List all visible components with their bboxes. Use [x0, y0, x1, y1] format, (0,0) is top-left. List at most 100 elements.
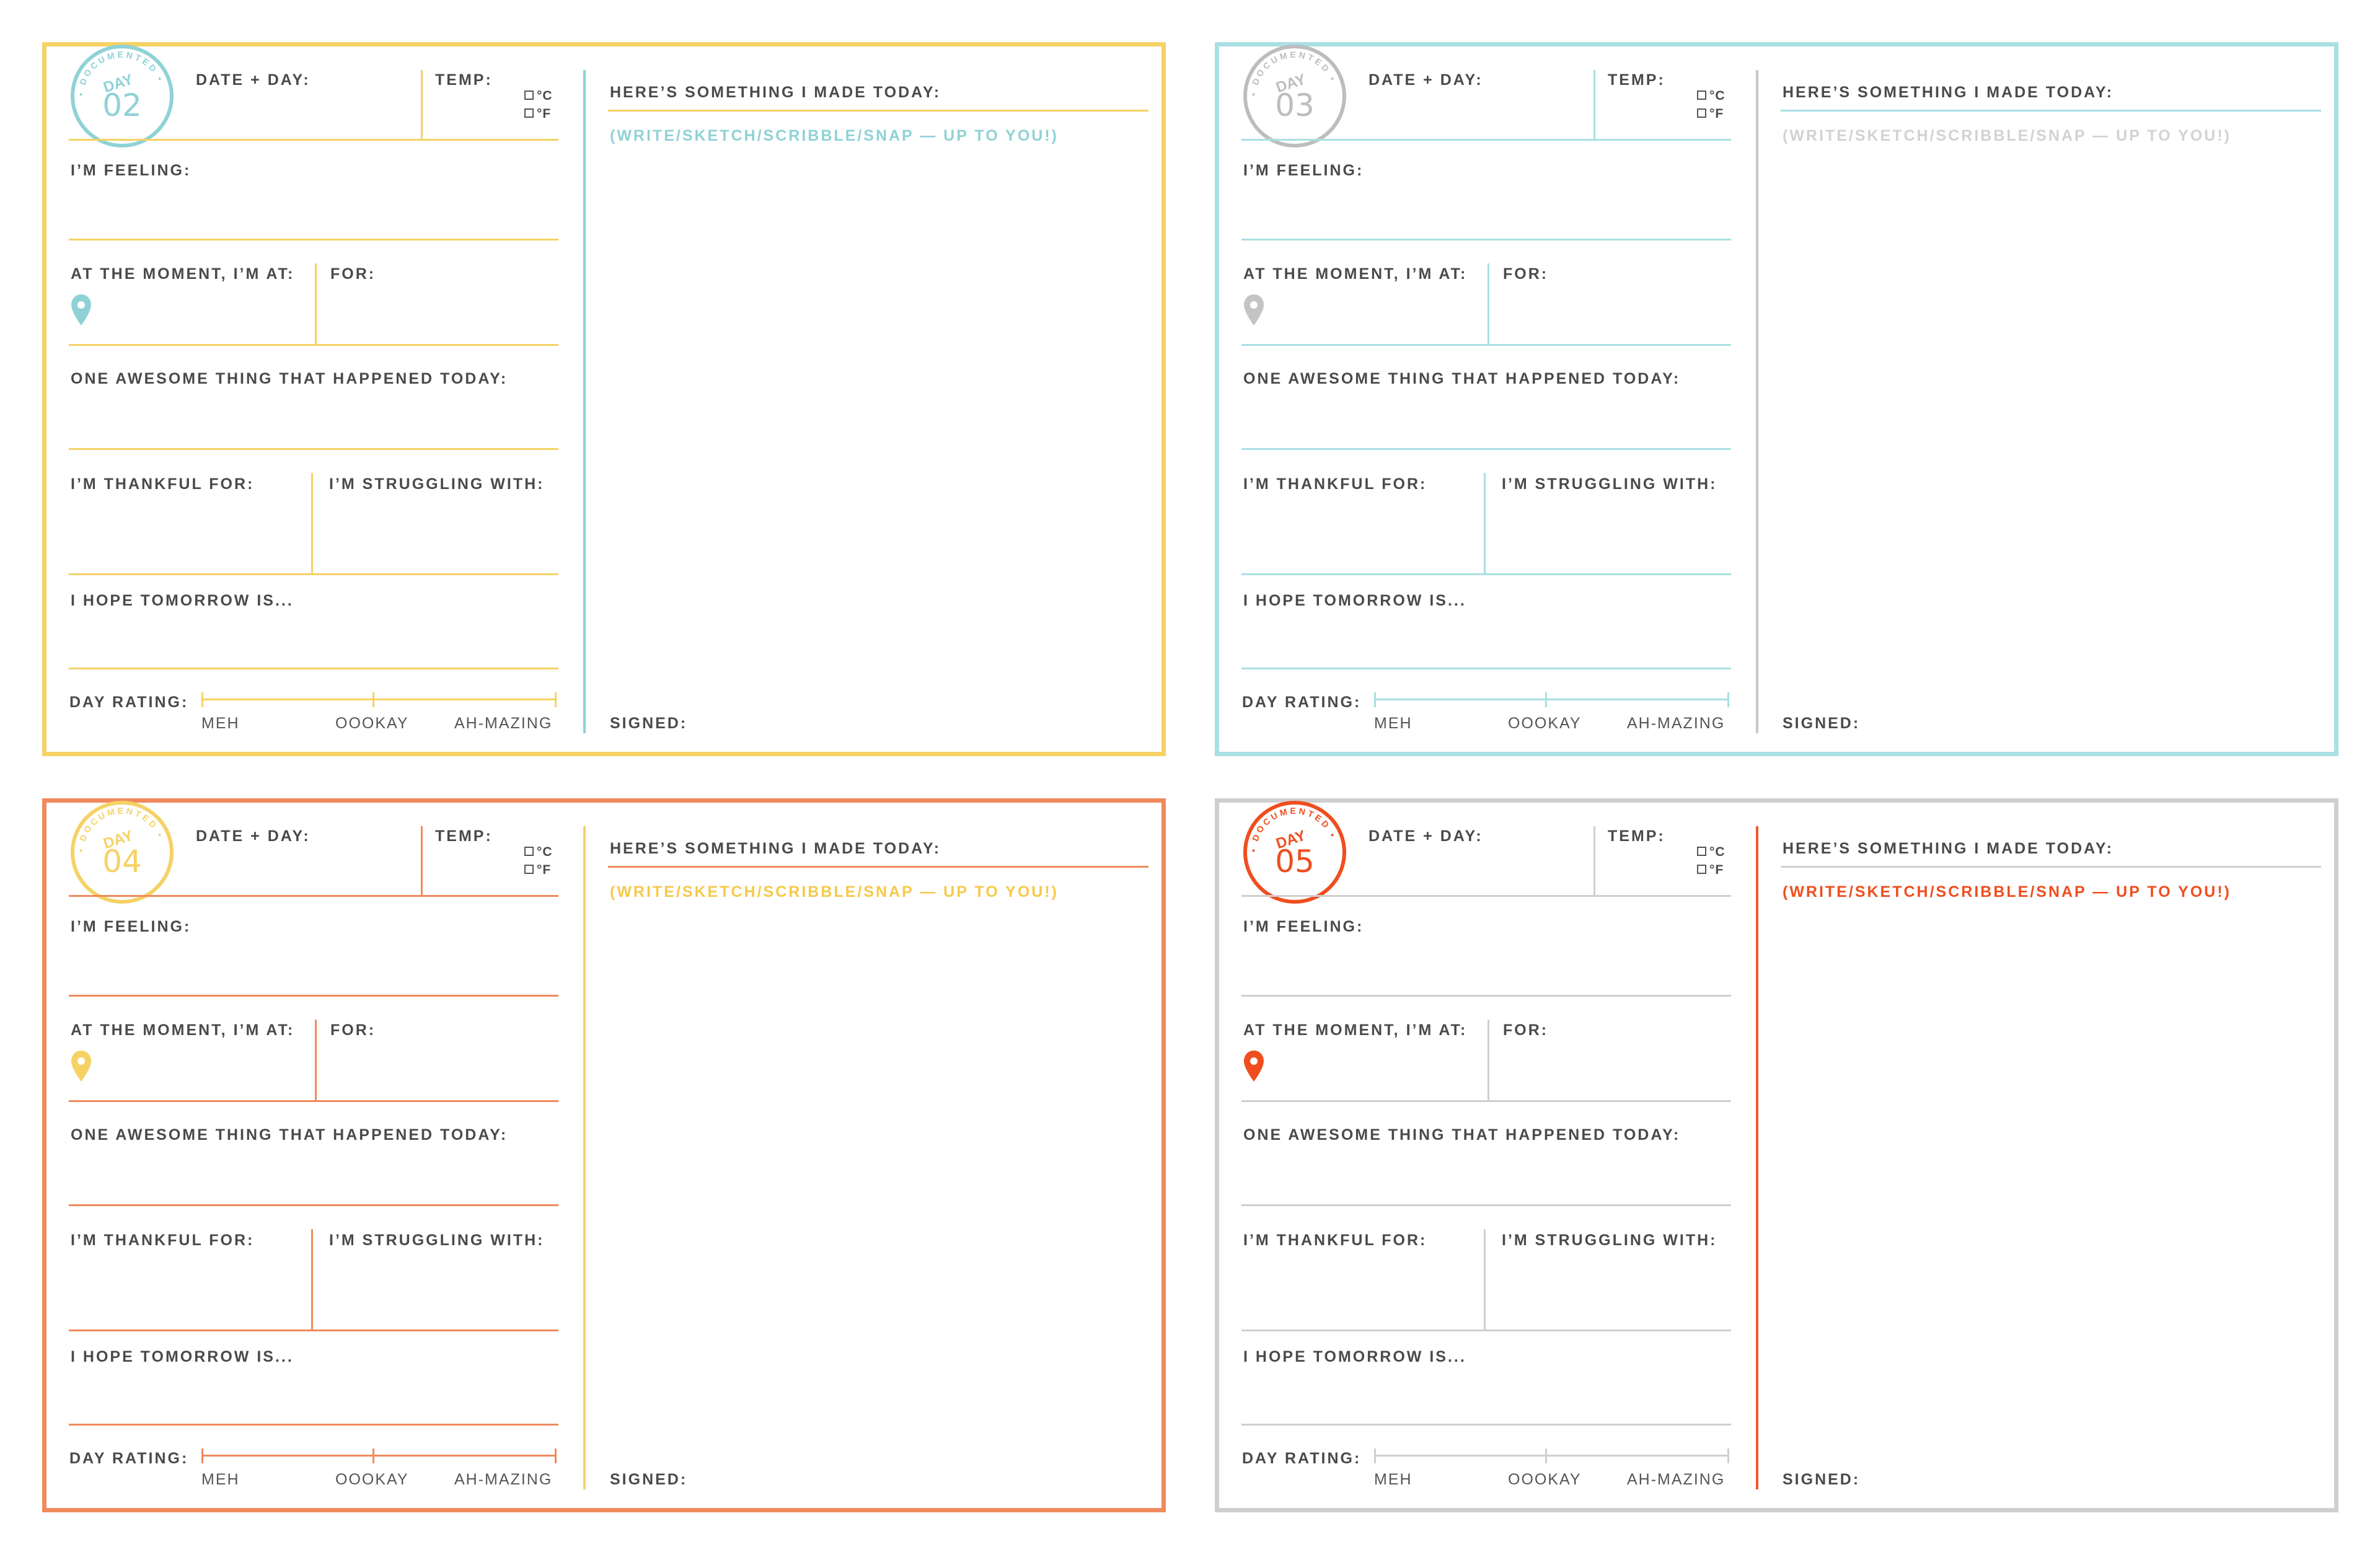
rating-tick-ahmazing[interactable] [1727, 692, 1729, 707]
celsius-checkbox[interactable] [1697, 847, 1706, 856]
thankful-rule[interactable] [69, 573, 558, 575]
rating-tick-meh[interactable] [1374, 1448, 1376, 1463]
hope-rule[interactable] [69, 1424, 558, 1426]
day-rating-label: DAY RATING: [1242, 1450, 1362, 1467]
hope-label: I HOPE TOMORROW IS... [1243, 592, 1466, 609]
fahrenheit-checkbox[interactable] [1697, 865, 1706, 874]
rating-scale-track[interactable] [1374, 1455, 1729, 1457]
hope-rule[interactable] [69, 668, 558, 669]
thankful-rule[interactable] [1241, 1329, 1731, 1331]
date-day-label: DATE + DAY: [1368, 827, 1483, 845]
feeling-rule[interactable] [69, 995, 558, 997]
header-rule [1241, 895, 1731, 897]
thankful-struggling-divider [311, 473, 313, 575]
rating-tick-ahmazing[interactable] [555, 1448, 557, 1463]
moment-rule[interactable] [69, 344, 558, 346]
made-today-canvas[interactable] [608, 152, 1148, 697]
rating-tick-oookay[interactable] [372, 692, 374, 707]
fahrenheit-label: °F [1709, 863, 1724, 877]
column-divider [583, 70, 586, 733]
hope-rule[interactable] [1241, 668, 1731, 669]
temp-label: TEMP: [435, 71, 493, 89]
rating-scale-track[interactable] [1374, 699, 1729, 700]
fahrenheit-label: °F [1709, 107, 1724, 121]
stamp-day-number: 02 [102, 87, 142, 123]
hope-rule[interactable] [1241, 1424, 1731, 1426]
documented-day-stamp: • DOCUMENTED • DAY 05 [1243, 801, 1346, 904]
documented-day-stamp: • DOCUMENTED • DAY 04 [71, 801, 174, 904]
header-rule [69, 895, 558, 897]
celsius-checkbox[interactable] [1697, 90, 1706, 100]
awesome-rule[interactable] [1241, 448, 1731, 450]
moment-rule[interactable] [69, 1100, 558, 1102]
thankful-label: I’M THANKFUL FOR: [71, 1232, 255, 1249]
stamp-day-number: 04 [102, 844, 142, 880]
thankful-struggling-divider [311, 1229, 313, 1331]
feeling-rule[interactable] [69, 239, 558, 240]
stamp-day-number: 05 [1275, 844, 1315, 880]
made-today-label: HERE’S SOMETHING I MADE TODAY: [1783, 84, 2114, 101]
at-moment-label: AT THE MOMENT, I’M AT: [71, 1021, 295, 1039]
rating-tick-oookay[interactable] [1545, 1448, 1547, 1463]
rating-tick-meh[interactable] [201, 692, 203, 707]
moment-rule[interactable] [1241, 1100, 1731, 1102]
awesome-label: ONE AWESOME THING THAT HAPPENED TODAY: [1243, 1126, 1681, 1144]
thankful-rule[interactable] [1241, 573, 1731, 575]
thankful-label: I’M THANKFUL FOR: [1243, 1232, 1427, 1249]
temp-label: TEMP: [435, 827, 493, 845]
feeling-rule[interactable] [1241, 239, 1731, 240]
thankful-rule[interactable] [69, 1329, 558, 1331]
feeling-rule[interactable] [1241, 995, 1731, 997]
awesome-label: ONE AWESOME THING THAT HAPPENED TODAY: [71, 370, 508, 387]
made-today-prompt: (WRITE/SKETCH/SCRIBBLE/SNAP — UP TO YOU!… [610, 127, 1059, 144]
hope-label: I HOPE TOMORROW IS... [71, 592, 294, 609]
fahrenheit-checkbox[interactable] [1697, 108, 1706, 118]
feeling-label: I’M FEELING: [71, 918, 192, 935]
celsius-checkbox[interactable] [524, 847, 534, 856]
rating-tick-meh[interactable] [1374, 692, 1376, 707]
fahrenheit-checkbox[interactable] [524, 865, 534, 874]
celsius-label: °C [537, 845, 553, 859]
made-today-canvas[interactable] [1781, 908, 2321, 1453]
made-today-rule [1781, 866, 2321, 868]
column-divider [583, 826, 586, 1489]
signed-label: SIGNED: [610, 1471, 688, 1488]
awesome-rule[interactable] [69, 448, 558, 450]
rating-meh-label: MEH [1374, 1471, 1413, 1488]
feeling-label: I’M FEELING: [1243, 162, 1364, 179]
fahrenheit-checkbox[interactable] [524, 108, 534, 118]
location-pin-icon [71, 1051, 91, 1082]
rating-scale-track[interactable] [201, 1455, 557, 1457]
journal-card-day-02: • DOCUMENTED • DAY 02 DATE + DAY: TEMP: … [42, 42, 1166, 756]
rating-tick-meh[interactable] [201, 1448, 203, 1463]
rating-oookay-label: OOOKAY [1508, 715, 1582, 732]
struggling-label: I’M STRUGGLING WITH: [1502, 1232, 1717, 1249]
header-rule [69, 139, 558, 141]
column-divider [1756, 826, 1758, 1489]
temp-label: TEMP: [1608, 827, 1665, 845]
for-label: FOR: [1503, 265, 1549, 283]
moment-rule[interactable] [1241, 344, 1731, 346]
made-today-canvas[interactable] [1781, 152, 2321, 697]
at-moment-label: AT THE MOMENT, I’M AT: [1243, 1021, 1468, 1039]
rating-tick-ahmazing[interactable] [1727, 1448, 1729, 1463]
fahrenheit-label: °F [537, 863, 552, 877]
awesome-rule[interactable] [1241, 1204, 1731, 1206]
made-today-label: HERE’S SOMETHING I MADE TODAY: [1783, 840, 2114, 857]
awesome-label: ONE AWESOME THING THAT HAPPENED TODAY: [1243, 370, 1681, 387]
journal-card-day-05: • DOCUMENTED • DAY 05 DATE + DAY: TEMP: … [1215, 798, 2338, 1512]
thankful-struggling-divider [1484, 1229, 1486, 1331]
rating-tick-ahmazing[interactable] [555, 692, 557, 707]
thankful-label: I’M THANKFUL FOR: [71, 475, 255, 493]
moment-for-divider [1488, 1020, 1489, 1100]
moment-for-divider [315, 1020, 317, 1100]
celsius-checkbox[interactable] [524, 90, 534, 100]
date-day-label: DATE + DAY: [1368, 71, 1483, 89]
rating-oookay-label: OOOKAY [335, 715, 409, 732]
rating-scale-track[interactable] [201, 699, 557, 700]
rating-tick-oookay[interactable] [372, 1448, 374, 1463]
made-today-canvas[interactable] [608, 908, 1148, 1453]
awesome-rule[interactable] [69, 1204, 558, 1206]
documented-day-stamp: • DOCUMENTED • DAY 02 [71, 45, 174, 148]
rating-tick-oookay[interactable] [1545, 692, 1547, 707]
